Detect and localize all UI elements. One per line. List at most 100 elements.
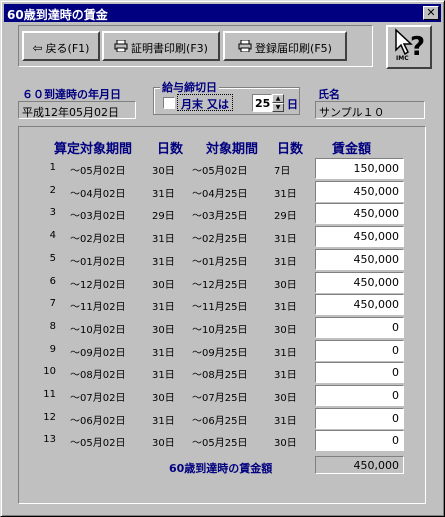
age60-date-label: ６０到達時の年月日 [22, 88, 121, 101]
calc-period-days: 31日 [152, 234, 175, 245]
help-button[interactable]: ? IMC [386, 25, 432, 69]
row-number: 12 [43, 412, 56, 423]
row-number: 5 [49, 253, 56, 264]
target-period-end: ～01月25日 [192, 257, 248, 268]
wage-amount-input[interactable]: 0 [315, 430, 404, 451]
calc-period-end: ～09月02日 [70, 348, 126, 359]
target-period-days: 31日 [274, 257, 297, 268]
calc-period-days: 31日 [152, 189, 175, 200]
target-period-days: 30日 [274, 325, 297, 336]
calc-period-end: ～07月02日 [70, 393, 126, 404]
target-period-days: 30日 [274, 280, 297, 291]
header-calc-period: 算定対象期間 [54, 142, 133, 157]
title-bar[interactable]: 60歳到達時の賃金 ✕ [4, 4, 441, 22]
wage-amount-input[interactable]: 0 [315, 340, 404, 361]
calc-period-days: 31日 [152, 257, 175, 268]
target-period-end: ～05月02日 [192, 166, 248, 177]
calc-period-end: ～05月02日 [70, 438, 126, 449]
svg-text:?: ? [410, 32, 425, 62]
wage-amount-input[interactable]: 0 [315, 408, 404, 429]
wage-amount-input[interactable]: 450,000 [315, 226, 404, 247]
row-number: 11 [43, 389, 56, 400]
wage-amount-input[interactable]: 450,000 [315, 203, 404, 224]
target-period-days: 29日 [274, 211, 297, 222]
target-period-end: ～12月25日 [192, 280, 248, 291]
header-days-1: 日数 [157, 142, 184, 157]
table-row: 7 ～11月02日 31日 ～11月25日 31日 450,000 [0, 294, 445, 316]
wage-amount-input[interactable]: 0 [315, 362, 404, 383]
calc-period-end: ～04月02日 [70, 189, 126, 200]
calc-period-days: 29日 [152, 211, 175, 222]
target-period-end: ～04月25日 [192, 189, 248, 200]
calc-period-end: ～08月02日 [70, 370, 126, 381]
target-period-days: 31日 [274, 370, 297, 381]
row-number: 9 [49, 344, 56, 355]
wage-amount-input[interactable]: 450,000 [315, 249, 404, 270]
target-period-end: ～10月25日 [192, 325, 248, 336]
print-certificate-button[interactable]: 証明書印刷(F3) [102, 31, 220, 61]
calc-period-end: ～10月02日 [70, 325, 126, 336]
total-label: 60歳到達時の賃金額 [169, 462, 273, 475]
row-number: 2 [49, 185, 56, 196]
window-title: 60歳到達時の賃金 [7, 8, 108, 22]
table-row: 8 ～10月02日 30日 ～10月25日 30日 0 [0, 317, 445, 339]
row-number: 13 [43, 434, 56, 445]
header-target-period: 対象期間 [206, 142, 259, 157]
cutoff-day-input[interactable]: 25 [252, 94, 272, 112]
help-brand-text: IMC [396, 55, 409, 62]
print-certificate-label: 証明書印刷(F3) [131, 42, 208, 55]
wage-amount-input[interactable]: 450,000 [315, 272, 404, 293]
cutoff-day-spinner[interactable]: ▲ ▼ [272, 94, 284, 112]
header-days-2: 日数 [277, 142, 304, 157]
target-period-days: 30日 [274, 393, 297, 404]
spin-down-icon[interactable]: ▼ [272, 103, 284, 112]
wage-amount-input[interactable]: 450,000 [315, 181, 404, 202]
target-period-end: ～02月25日 [192, 234, 248, 245]
calc-period-days: 30日 [152, 393, 175, 404]
spin-up-icon[interactable]: ▲ [272, 94, 284, 103]
arrow-left-icon: ⇦ [32, 41, 43, 55]
wage-amount-input[interactable]: 150,000 [315, 158, 404, 179]
wage-amount-input[interactable]: 0 [315, 385, 404, 406]
table-row: 2 ～04月02日 31日 ～04月25日 31日 450,000 [0, 181, 445, 203]
name-label: 氏名 [318, 88, 340, 101]
row-number: 4 [49, 230, 56, 241]
printer-icon [238, 39, 252, 55]
table-row: 4 ～02月02日 31日 ～02月25日 31日 450,000 [0, 226, 445, 248]
back-button-label: 戻る(F1) [45, 42, 90, 55]
month-end-checkbox-label[interactable]: 月末 又は [177, 94, 233, 111]
wage-amount-input[interactable]: 0 [315, 317, 404, 338]
total-value: 450,000 [315, 456, 404, 474]
table-row: 5 ～01月02日 31日 ～01月25日 31日 450,000 [0, 249, 445, 271]
target-period-end: ～11月25日 [192, 302, 248, 313]
calc-period-end: ～05月02日 [70, 166, 126, 177]
row-number: 3 [49, 207, 56, 218]
target-period-days: 7日 [274, 166, 291, 177]
row-number: 6 [49, 276, 56, 287]
month-end-checkbox[interactable] [163, 97, 175, 109]
calc-period-end: ～03月02日 [70, 211, 126, 222]
header-wage-amount: 賃金額 [332, 142, 372, 157]
pay-cutoff-label: 給与締切日 [160, 79, 219, 95]
target-period-end: ～08月25日 [192, 370, 248, 381]
printer-icon [114, 39, 128, 55]
print-registration-button[interactable]: 登録届印刷(F5) [223, 31, 347, 61]
calc-period-days: 30日 [152, 325, 175, 336]
target-period-end: ～06月25日 [192, 416, 248, 427]
table-row: 12 ～06月02日 31日 ～06月25日 31日 0 [0, 408, 445, 430]
target-period-days: 31日 [274, 348, 297, 359]
back-button[interactable]: ⇦ 戻る(F1) [22, 31, 100, 61]
calc-period-days: 31日 [152, 302, 175, 313]
calc-period-end: ～12月02日 [70, 280, 126, 291]
calc-period-end: ～01月02日 [70, 257, 126, 268]
table-row: 10 ～08月02日 31日 ～08月25日 31日 0 [0, 362, 445, 384]
calc-period-end: ～11月02日 [70, 302, 126, 313]
row-number: 7 [49, 298, 56, 309]
close-button[interactable]: ✕ [423, 6, 439, 20]
row-number: 8 [49, 321, 56, 332]
target-period-days: 30日 [274, 438, 297, 449]
wage-amount-input[interactable]: 450,000 [315, 294, 404, 315]
calc-period-end: ～02月02日 [70, 234, 126, 245]
calc-period-days: 31日 [152, 370, 175, 381]
calc-period-end: ～06月02日 [70, 416, 126, 427]
